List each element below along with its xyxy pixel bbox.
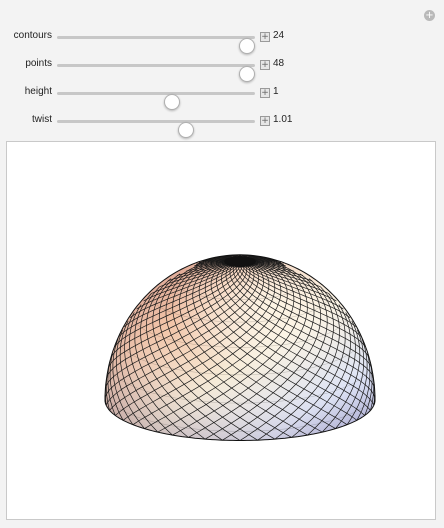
contours-label: contours bbox=[13, 30, 52, 41]
contours-slider-thumb[interactable] bbox=[239, 38, 256, 54]
twist-slider[interactable] bbox=[57, 120, 255, 138]
twist-expand-icon[interactable]: + bbox=[260, 116, 270, 126]
height-control: height + 1 bbox=[0, 83, 444, 110]
contours-expand-icon[interactable]: + bbox=[260, 32, 270, 42]
twist-control: twist + 1.01 bbox=[0, 111, 444, 138]
hemisphere-plot[interactable] bbox=[7, 142, 435, 519]
plot-panel[interactable] bbox=[6, 141, 436, 520]
hemisphere-apex bbox=[224, 256, 256, 268]
plus-circle-icon[interactable]: + bbox=[424, 10, 435, 21]
contours-control: contours + 24 bbox=[0, 27, 444, 54]
height-slider[interactable] bbox=[57, 92, 255, 110]
height-label: height bbox=[24, 86, 52, 97]
points-expand-icon[interactable]: + bbox=[260, 60, 270, 70]
hemisphere-shading bbox=[105, 254, 375, 441]
twist-label: twist bbox=[32, 114, 52, 125]
points-slider[interactable] bbox=[57, 64, 256, 82]
height-slider-thumb[interactable] bbox=[163, 94, 180, 110]
twist-slider-thumb[interactable] bbox=[177, 122, 194, 138]
height-value: 1 bbox=[273, 86, 279, 97]
points-label: points bbox=[25, 58, 52, 69]
contours-value: 24 bbox=[273, 30, 285, 41]
hemisphere-surface bbox=[104, 254, 376, 441]
contours-slider[interactable] bbox=[57, 36, 256, 54]
height-expand-icon[interactable]: + bbox=[260, 88, 270, 98]
points-slider-thumb[interactable] bbox=[239, 66, 256, 82]
twist-value: 1.01 bbox=[273, 114, 293, 125]
points-control: points + 48 bbox=[0, 55, 444, 82]
points-value: 48 bbox=[273, 58, 285, 69]
